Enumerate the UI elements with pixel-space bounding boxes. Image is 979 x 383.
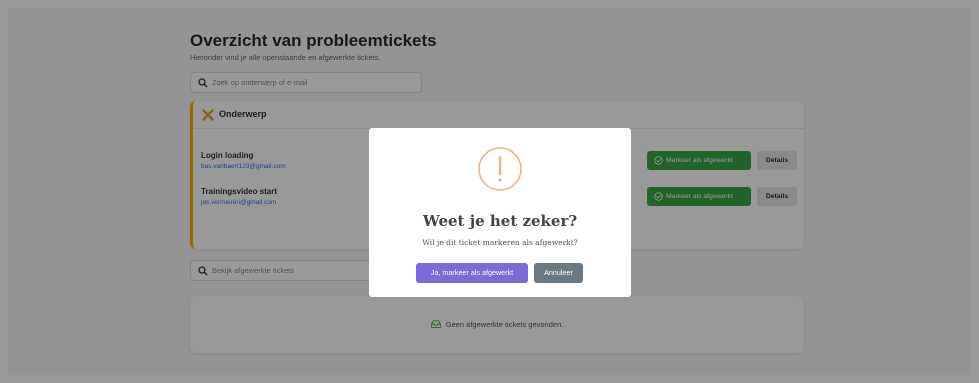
dialog-text: Wil je dit ticket markeren als afgewerkt… (422, 238, 578, 247)
confirm-dialog: Weet je het zeker? Wil je dit ticket mar… (369, 128, 631, 297)
exclamation-icon (478, 147, 522, 191)
dialog-title: Weet je het zeker? (422, 212, 578, 230)
cancel-button[interactable]: Annuleer (534, 263, 583, 283)
confirm-button[interactable]: Ja, markeer als afgewerkt (416, 263, 528, 283)
